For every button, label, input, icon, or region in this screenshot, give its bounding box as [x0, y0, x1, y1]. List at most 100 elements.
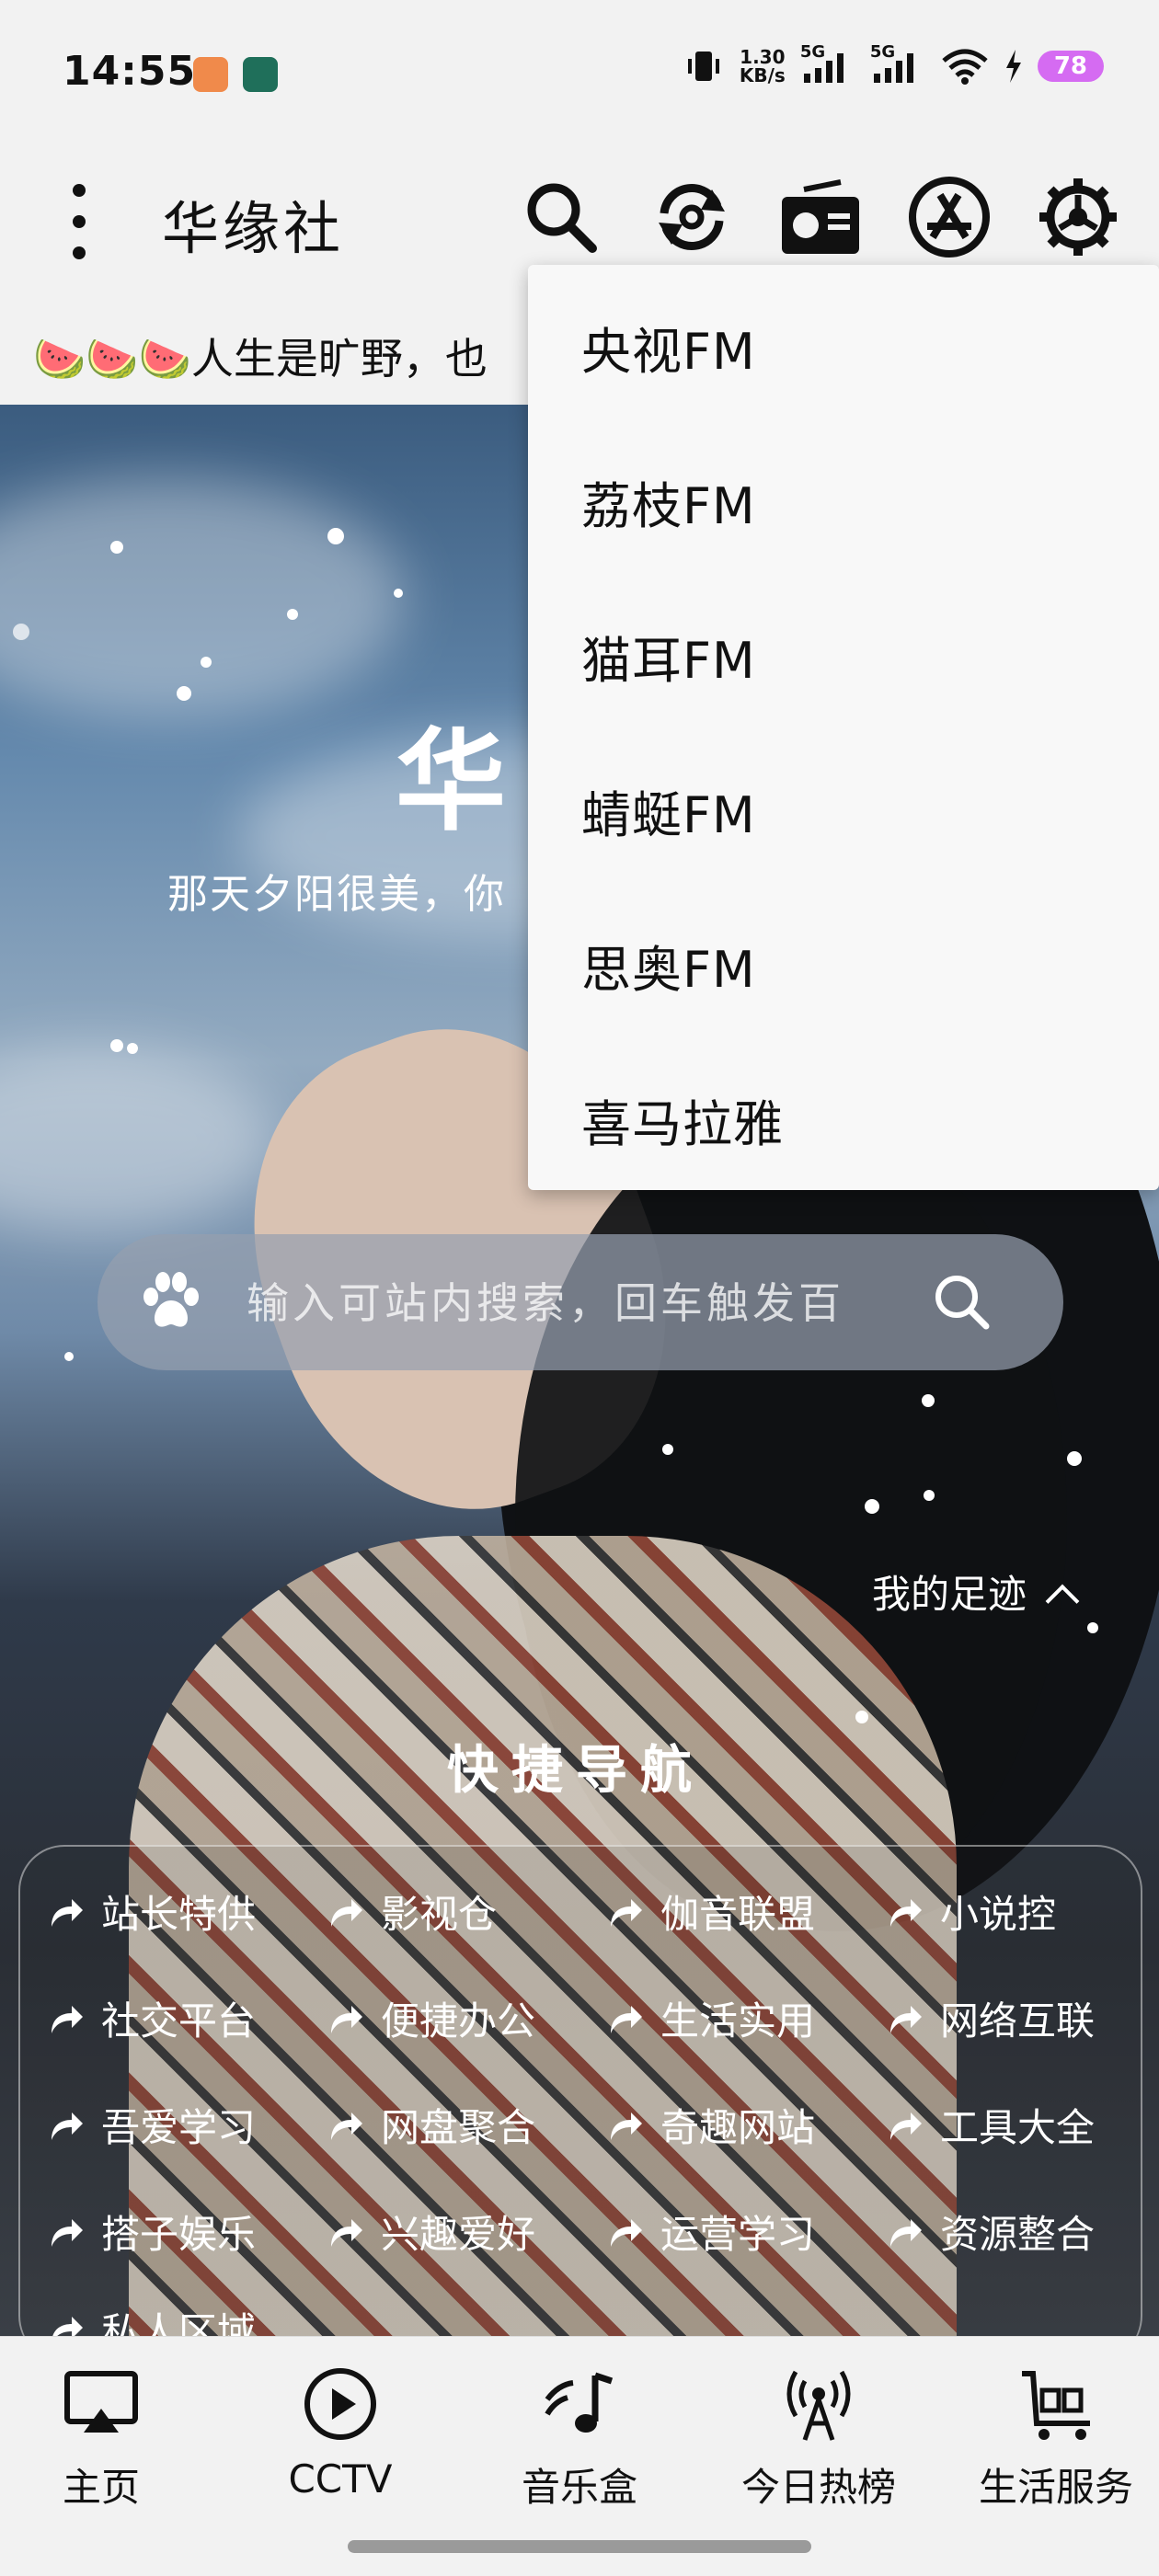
share-arrow-icon [331, 1898, 362, 1927]
quick-nav-label: 小说控 [940, 1892, 1057, 1937]
quick-nav-link[interactable]: 网络互联 [885, 1990, 1095, 2046]
notification-avatar-icon [243, 57, 278, 92]
quick-nav-label: 社交平台 [101, 1998, 257, 2044]
menu-item-ximalaya[interactable]: 喜马拉雅 [581, 1083, 784, 1156]
status-time: 14:55 [63, 48, 197, 95]
nav-label: 生活服务 [978, 2465, 1133, 2510]
play-circle-icon [304, 2368, 376, 2440]
status-indicators: 1.30 KB/s 5G 5G 78 [683, 42, 1104, 85]
quick-nav-label: 兴趣爱好 [381, 2212, 536, 2257]
share-arrow-icon [611, 2218, 642, 2247]
quick-nav-label: 影视仓 [381, 1892, 498, 1937]
app-title: 华缘社 [162, 195, 345, 262]
nav-label: 音乐盒 [521, 2465, 637, 2510]
menu-item-lizhi-fm[interactable]: 荔枝FM [581, 465, 756, 538]
radio-icon[interactable] [776, 173, 865, 261]
share-arrow-icon [611, 2005, 642, 2033]
marquee-text: 🍉🍉🍉人生是旷野，也 [33, 334, 488, 384]
hero-subtitle: 那天夕阳很美，你 [167, 871, 506, 918]
search-input[interactable] [245, 1262, 975, 1345]
quick-nav-link[interactable]: 社交平台 [46, 1990, 256, 2046]
signal-icon [803, 53, 843, 83]
music-note-icon [545, 2372, 614, 2433]
nav-label: 今日热榜 [740, 2465, 896, 2510]
vibrate-icon [687, 52, 719, 81]
quick-nav-link[interactable]: 运营学习 [605, 2204, 815, 2260]
quick-nav-label: 生活实用 [660, 1998, 816, 2044]
quick-nav-label: 工具大全 [940, 2105, 1096, 2150]
net-speed: 1.30 KB/s [740, 48, 786, 85]
share-arrow-icon [890, 2112, 922, 2140]
nav-cctv[interactable]: CCTV [224, 2363, 456, 2502]
share-arrow-icon [890, 1898, 922, 1927]
share-arrow-icon [52, 2005, 83, 2033]
search-icon[interactable] [517, 173, 605, 261]
signal-icon [873, 53, 913, 83]
share-arrow-icon [611, 1898, 642, 1927]
sim1-signal: 5G [800, 42, 855, 85]
chevron-up-icon [1045, 1584, 1080, 1619]
quick-nav-link[interactable]: 搭子娱乐 [46, 2204, 256, 2260]
nav-life-services[interactable]: 生活服务 [940, 2363, 1159, 2513]
status-bar: 14:55 1.30 KB/s 5G 5G 78 [0, 0, 1159, 147]
quick-nav-label: 便捷办公 [381, 1998, 536, 2044]
net-speed-unit: KB/s [739, 64, 786, 86]
nav-label: 主页 [62, 2465, 140, 2510]
share-arrow-icon [52, 1898, 83, 1927]
nav-hot-list[interactable]: 今日热榜 [703, 2363, 935, 2513]
share-arrow-icon [52, 2112, 83, 2140]
menu-item-cctv-fm[interactable]: 央视FM [581, 311, 756, 384]
quick-nav-link[interactable]: 伽音联盟 [605, 1883, 815, 1940]
quick-nav-link[interactable]: 资源整合 [885, 2204, 1095, 2260]
share-arrow-icon [331, 2218, 362, 2247]
site-search-bar [98, 1234, 1063, 1370]
quick-nav-link[interactable]: 小说控 [885, 1883, 1056, 1940]
share-arrow-icon [890, 2218, 922, 2247]
notification-app-icon [193, 57, 228, 92]
nav-music-box[interactable]: 音乐盒 [464, 2363, 695, 2513]
airplay-icon [64, 2371, 138, 2433]
refresh-icon[interactable] [648, 173, 736, 261]
broadcast-tower-icon [786, 2370, 851, 2441]
menu-item-qingting-fm[interactable]: 蜻蜓FM [581, 774, 756, 847]
battery-level: 78 [1037, 51, 1104, 82]
share-arrow-icon [331, 2112, 362, 2140]
radio-dropdown-menu: 央视FM 荔枝FM 猫耳FM 蜻蜓FM 思奥FM 喜马拉雅 [528, 265, 1159, 1190]
share-arrow-icon [611, 2112, 642, 2140]
paw-icon [143, 1272, 199, 1327]
search-submit-icon[interactable] [925, 1265, 999, 1339]
nav-home[interactable]: 主页 [0, 2363, 217, 2513]
charging-icon [1005, 50, 1021, 83]
my-footprint-toggle[interactable]: 我的足迹 [872, 1563, 1080, 1620]
menu-item-maoer-fm[interactable]: 猫耳FM [581, 620, 756, 693]
share-arrow-icon [890, 2005, 922, 2033]
wifi-icon [942, 49, 988, 85]
footprint-label: 我的足迹 [872, 1572, 1027, 1617]
net-speed-value: 1.30 [740, 46, 786, 68]
quick-nav-label: 运营学习 [660, 2212, 816, 2257]
quick-nav-link[interactable]: 工具大全 [885, 2097, 1095, 2153]
menu-item-siao-fm[interactable]: 思奥FM [581, 929, 756, 1002]
home-indicator[interactable] [348, 2540, 811, 2553]
quick-nav-link[interactable]: 网盘聚合 [326, 2097, 535, 2153]
quick-nav-label: 奇趣网站 [660, 2105, 816, 2150]
quick-nav-label: 吾爱学习 [101, 2105, 257, 2150]
quick-nav-link[interactable]: 站长特供 [46, 1883, 256, 1940]
more-vertical-icon[interactable] [70, 184, 88, 259]
nav-label: CCTV [288, 2456, 393, 2502]
sim2-signal: 5G [870, 42, 925, 85]
quick-nav-link[interactable]: 生活实用 [605, 1990, 815, 2046]
quick-nav-label: 伽音联盟 [660, 1892, 816, 1937]
hero-title: 华 [396, 718, 515, 846]
quick-nav-link[interactable]: 影视仓 [326, 1883, 497, 1940]
quick-nav-label: 搭子娱乐 [101, 2212, 257, 2257]
quick-nav-link[interactable]: 兴趣爱好 [326, 2204, 535, 2260]
quick-nav-link[interactable]: 吾爱学习 [46, 2097, 256, 2153]
quick-nav-label: 网络互联 [940, 1998, 1096, 2044]
quick-nav-link[interactable]: 奇趣网站 [605, 2097, 815, 2153]
settings-icon[interactable] [1034, 173, 1122, 261]
quick-nav-label: 网盘聚合 [381, 2105, 536, 2150]
quick-nav-title: 快捷导航 [447, 1741, 705, 1801]
app-store-icon[interactable] [905, 173, 993, 261]
quick-nav-link[interactable]: 便捷办公 [326, 1990, 535, 2046]
